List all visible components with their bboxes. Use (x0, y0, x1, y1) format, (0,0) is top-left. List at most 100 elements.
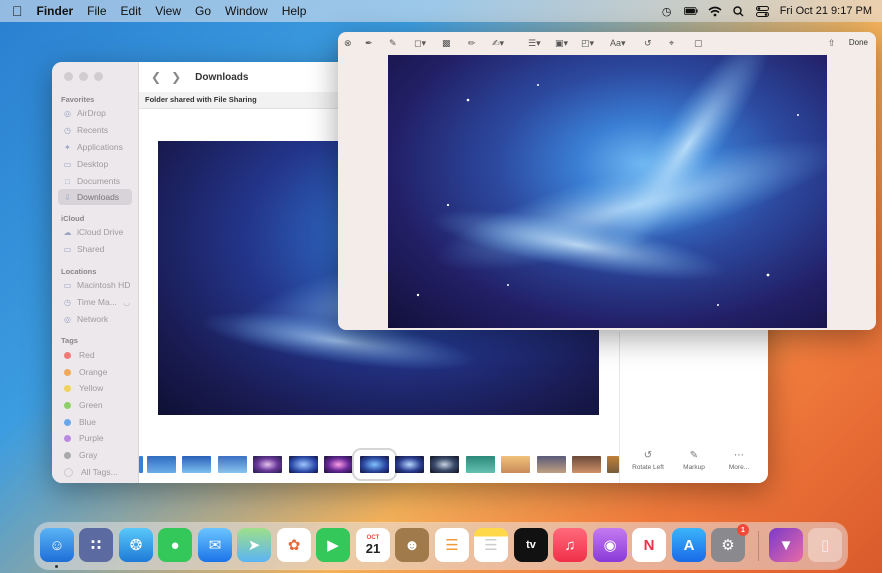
sidebar-item-applications[interactable]: ✦ Applications (58, 139, 132, 155)
annotate-icon[interactable]: ▢ (694, 38, 703, 49)
rotate-left-icon: ↺ (643, 450, 653, 461)
safari-app-icon[interactable]: ❂ (119, 528, 153, 562)
sidebar-item-recents[interactable]: ◷ Recents (58, 122, 132, 138)
trash-icon[interactable]: ▯ (808, 528, 842, 562)
thumbnail[interactable] (430, 456, 459, 473)
sketch-icon[interactable]: ✒ (365, 38, 373, 49)
mail-app-icon[interactable]: ✉ (198, 528, 232, 562)
highlight-icon[interactable]: ✏ (468, 38, 476, 49)
sidebar-item-time-machine[interactable]: ◷ Time Ma... ◡ (58, 294, 132, 310)
rotate-icon[interactable]: ↺ (644, 38, 652, 49)
thumbnail[interactable] (501, 456, 530, 473)
sidebar-tag-blue[interactable]: Blue (58, 414, 132, 430)
time-machine-icon[interactable]: ◷ (660, 5, 674, 18)
menu-file[interactable]: File (87, 4, 106, 18)
thumbnail[interactable] (607, 456, 619, 473)
rotate-left-button[interactable]: ↺ Rotate Left (625, 450, 671, 471)
control-center-icon[interactable] (756, 5, 770, 17)
sidebar-tag-yellow[interactable]: Yellow (58, 380, 132, 396)
sidebar-tag-green[interactable]: Green (58, 397, 132, 413)
thumbnail[interactable] (395, 456, 424, 473)
text-style-icon[interactable]: Aa▾ (610, 38, 626, 49)
thumbnail[interactable] (182, 456, 211, 473)
thumbnail[interactable] (466, 456, 495, 473)
close-button[interactable] (64, 72, 73, 81)
back-chevron-icon[interactable]: ❮ (151, 70, 161, 84)
sidebar-item-downloads[interactable]: ⇩ Downloads (58, 189, 132, 205)
tv-app-icon[interactable]: tv (514, 528, 548, 562)
sidebar-all-tags[interactable]: All Tags... (58, 464, 132, 480)
draw-icon[interactable]: ✎ (389, 38, 397, 49)
app-store-icon[interactable]: A (672, 528, 706, 562)
menu-window[interactable]: Window (225, 4, 268, 18)
thumbnail[interactable] (572, 456, 601, 473)
wifi-icon[interactable] (708, 5, 722, 17)
menu-view[interactable]: View (155, 4, 181, 18)
sidebar-item-desktop[interactable]: ▭ Desktop (58, 156, 132, 172)
contacts-app-icon[interactable]: ☻ (395, 528, 429, 562)
sidebar-tag-orange[interactable]: Orange (58, 364, 132, 380)
thumbnail-selected[interactable] (352, 448, 397, 481)
more-button[interactable]: ⋯ More... (716, 450, 762, 471)
photos-app-icon[interactable]: ✿ (277, 528, 311, 562)
sidebar-item-macintosh-hd[interactable]: ▭ Macintosh HD (58, 277, 132, 293)
facetime-app-icon[interactable]: ▶ (316, 528, 350, 562)
share-icon[interactable]: ⇧ (828, 38, 836, 49)
close-circle-icon[interactable]: ⊗ (344, 38, 352, 49)
notes-app-icon[interactable]: ☰ (474, 528, 508, 562)
sidebar-tag-gray[interactable]: Gray (58, 447, 132, 463)
sidebar-item-documents[interactable]: □ Documents (58, 173, 132, 189)
minimize-button[interactable] (79, 72, 88, 81)
thumbnail[interactable] (218, 456, 247, 473)
sidebar-tag-purple[interactable]: Purple (58, 430, 132, 446)
menu-edit[interactable]: Edit (121, 4, 142, 18)
sidebar-tag-red[interactable]: Red (58, 347, 132, 363)
sign-icon[interactable]: ✍▾ (492, 38, 504, 49)
fill-color-icon[interactable]: ◰▾ (581, 38, 594, 49)
finder-app-icon[interactable]: ☺ (40, 528, 74, 562)
text-box-icon[interactable]: ▩ (442, 38, 451, 49)
thumbnail[interactable] (324, 456, 353, 473)
messages-app-icon[interactable]: ● (158, 528, 192, 562)
battery-icon[interactable] (683, 5, 698, 17)
crop-icon[interactable]: ⌖ (669, 38, 674, 49)
disk-icon: ▭ (63, 280, 72, 290)
shapes-icon[interactable]: ◻▾ (414, 38, 426, 49)
apple-menu-icon[interactable]:  (12, 3, 23, 19)
music-app-icon[interactable]: ♫ (553, 528, 587, 562)
markup-image[interactable] (388, 55, 827, 328)
zoom-button[interactable] (94, 72, 103, 81)
menu-clock[interactable]: Fri Oct 21 9:17 PM (780, 5, 872, 17)
thumbnail[interactable] (537, 456, 566, 473)
line-style-icon[interactable]: ☰▾ (528, 38, 541, 49)
maps-app-icon[interactable]: ➤ (237, 528, 271, 562)
launchpad-app-icon[interactable]: ∷ (79, 528, 113, 562)
podcasts-app-icon[interactable]: ◉ (593, 528, 627, 562)
sidebar-item-shared[interactable]: ▭ Shared (58, 241, 132, 257)
forward-chevron-icon[interactable]: ❯ (171, 70, 181, 84)
thumbnail[interactable] (289, 456, 318, 473)
menu-go[interactable]: Go (195, 4, 211, 18)
thumbnail[interactable] (253, 456, 282, 473)
downloads-stack-icon[interactable]: ▼ (769, 528, 803, 562)
thumbnail[interactable] (147, 456, 176, 473)
markup-button[interactable]: ✎ Markup (671, 450, 717, 471)
calendar-app-icon[interactable]: OCT 21 (356, 528, 390, 562)
sidebar-item-icloud-drive[interactable]: ☁ iCloud Drive (58, 224, 132, 240)
news-app-icon[interactable]: N (632, 528, 666, 562)
border-color-icon[interactable]: ▣▾ (555, 38, 568, 49)
markup-icon: ✎ (689, 450, 699, 461)
thumbnail[interactable] (139, 456, 143, 473)
window-title: Downloads (195, 71, 249, 83)
sidebar-item-airdrop[interactable]: ◎ AirDrop (58, 105, 132, 121)
airdrop-icon: ◎ (64, 108, 71, 118)
menu-app-name[interactable]: Finder (37, 4, 74, 18)
search-icon[interactable] (732, 5, 746, 17)
tag-dot-purple (64, 434, 71, 442)
done-button[interactable]: Done (849, 38, 868, 47)
sidebar-item-network[interactable]: ◎ Network (58, 311, 132, 327)
sidebar-section-locations: Locations (61, 267, 97, 276)
reminders-app-icon[interactable]: ☰ (435, 528, 469, 562)
system-settings-app-icon[interactable]: ⚙ 1 (711, 524, 749, 562)
menu-help[interactable]: Help (282, 4, 307, 18)
